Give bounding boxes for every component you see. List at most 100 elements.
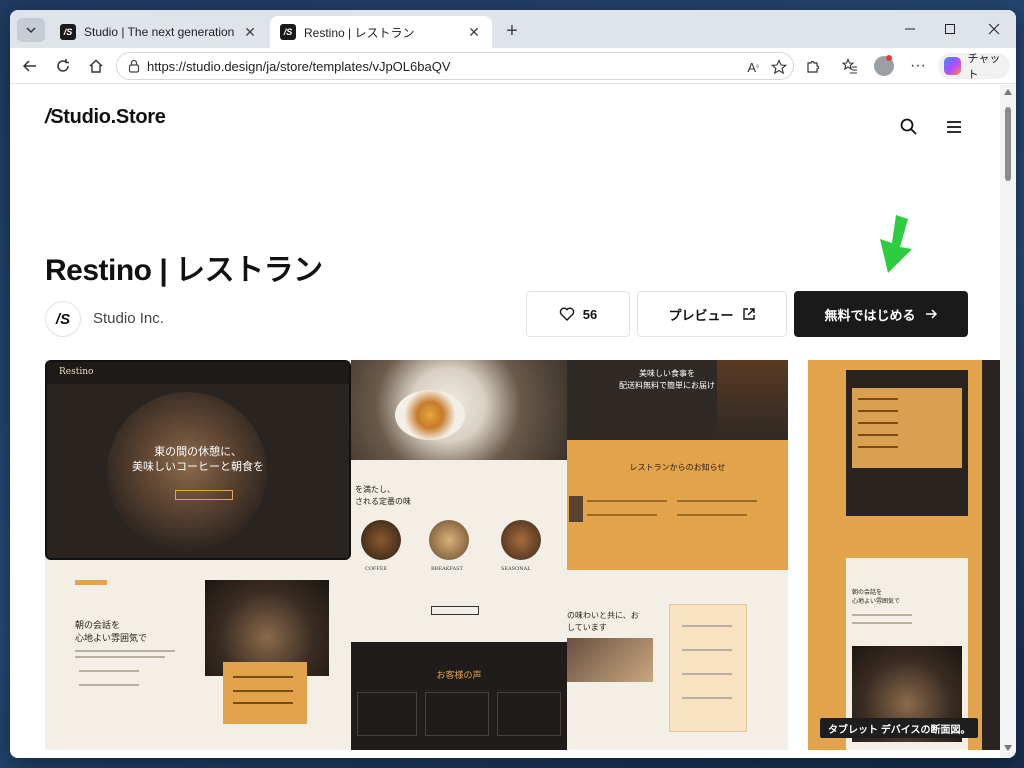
preview-button[interactable]: プレビュー [637, 291, 787, 337]
tab-studio[interactable]: /S Studio | The next generation desig ✕ [50, 16, 268, 48]
tablet-preview-image[interactable]: 朝の会話を 心地よい雰囲気で [808, 360, 1000, 750]
arrow-left-icon [22, 60, 36, 72]
menu-item-label: SEASONAL [501, 566, 531, 572]
delivery-line-1: 美味しい食事を [639, 369, 695, 378]
preview-nav-brand: Restino [59, 367, 94, 377]
tablet-edge [982, 360, 1000, 750]
like-count: 56 [582, 306, 598, 322]
refresh-icon [57, 59, 69, 72]
lamp-photo [717, 360, 788, 440]
hero-line-1: 東の間の休憩に、 [154, 445, 242, 458]
tab-title: Restino | レストラン [304, 25, 415, 40]
chevron-down-icon [26, 27, 36, 34]
preview-nav: Restino [47, 362, 349, 384]
close-tab-icon[interactable]: ✕ [466, 24, 482, 40]
menu-heading-a: を満たし、 [355, 485, 395, 494]
green-arrow-annotation-icon [880, 215, 912, 273]
tab-title: Studio | The next generation desig [84, 25, 238, 39]
page-scrollbar[interactable] [1000, 85, 1016, 758]
side-heading-2: 心地よい雰囲気で [852, 598, 901, 605]
hero-line-2: 美味しいコーヒーと朝食を [132, 460, 264, 473]
arrow-right-icon [925, 309, 937, 319]
preview-label: プレビュー [668, 307, 734, 323]
studio-favicon-icon: /S [280, 24, 296, 40]
people-photo [567, 638, 653, 682]
preview-morning-panel: 朝の会話を 心地よい雰囲気で [45, 560, 351, 750]
side-heading-1: 朝の会話を [852, 589, 883, 596]
taste-line-2: しています [567, 623, 607, 632]
menu-breakfast-image [429, 520, 469, 560]
voice-card [357, 692, 417, 736]
lock-icon [128, 59, 140, 73]
favorites-list-icon [842, 58, 857, 74]
voice-title: お客様の声 [436, 671, 482, 681]
contact-card [669, 604, 747, 732]
copilot-label: チャット [967, 53, 1001, 81]
browser-window: /S Studio | The next generation desig ✕ … [10, 10, 1016, 758]
minimize-icon [905, 28, 915, 30]
external-link-icon [742, 308, 755, 320]
scroll-thumb[interactable] [1005, 107, 1011, 181]
start-free-button[interactable]: 無料ではじめる [794, 291, 968, 337]
tab-restino[interactable]: /S Restino | レストラン ✕ [270, 16, 492, 48]
tablet-menu [852, 388, 962, 468]
preview-hero-panel: Restino 東の間の休憩に、 美味しいコーヒーと朝食を [45, 360, 351, 560]
copilot-icon [944, 57, 962, 75]
more-icon: ··· [910, 57, 926, 74]
author-logo[interactable]: /S [45, 301, 81, 337]
tab-actions-button[interactable] [17, 18, 45, 42]
news-title: レストランからのお知らせ [629, 463, 726, 472]
menu-item-label: BREAKFAST [431, 566, 463, 572]
menu-item-label: COFFEE [365, 566, 388, 572]
favorite-star-icon[interactable] [769, 57, 789, 77]
menu-coffee-image [361, 520, 401, 560]
delivery-line-2: 配送料無料で簡単にお届け [619, 381, 715, 390]
studio-favicon-icon: /S [60, 24, 76, 40]
preview-delivery-panel: 美味しい食事を 配送料無料で簡単にお届け [567, 360, 788, 440]
search-icon[interactable] [899, 117, 919, 137]
refresh-button[interactable] [52, 55, 74, 77]
maximize-button[interactable] [936, 18, 964, 40]
template-preview-image[interactable]: Restino 東の間の休憩に、 美味しいコーヒーと朝食を 美味しい食事を 配送… [45, 360, 788, 750]
scroll-up-arrow-icon[interactable] [1004, 89, 1012, 95]
close-tab-icon[interactable]: ✕ [242, 24, 258, 40]
taste-line-1: の味わいと共に、お [567, 611, 639, 620]
minimize-button[interactable] [896, 18, 924, 40]
start-label: 無料ではじめる [824, 307, 916, 323]
news-thumbnail [569, 496, 583, 522]
menu-seasonal-image [501, 520, 541, 560]
preview-hero-heading: 東の間の休憩に、 美味しいコーヒーと朝食を [47, 444, 349, 474]
new-tab-button[interactable]: + [501, 20, 523, 42]
preview-hero-button [175, 490, 233, 500]
title-bar: /S Studio | The next generation desig ✕ … [10, 10, 1016, 48]
scroll-down-arrow-icon[interactable] [1004, 745, 1012, 751]
brand-logo[interactable]: /Studio.Store [45, 106, 166, 129]
favorites-button[interactable] [839, 55, 861, 77]
copilot-button[interactable]: チャット [938, 53, 1010, 81]
close-icon [988, 23, 1000, 35]
hamburger-menu-icon[interactable] [944, 117, 964, 137]
extensions-button[interactable] [802, 55, 824, 77]
preview-news-panel: レストランからのお知らせ [567, 440, 788, 570]
morning-line-1: 朝の会話を [75, 621, 121, 631]
preview-menu-panel: を満たし、 される定番の味 COFFEE BREAKFAST SEASONAL [351, 460, 567, 642]
image-caption-badge: タブレット デバイスの断面図。 [820, 718, 979, 738]
close-window-button[interactable] [980, 18, 1008, 40]
menu-more-button [431, 606, 479, 615]
back-button[interactable] [19, 55, 41, 77]
maximize-icon [945, 24, 955, 34]
preview-taste-panel: の味わいと共に、お しています [567, 570, 788, 750]
like-button[interactable]: 56 [526, 291, 630, 337]
read-aloud-icon[interactable]: Aᵊ [743, 57, 763, 77]
preview-voice-panel: お客様の声 [351, 642, 567, 750]
page-content: /Studio.Store Restino | レストラン /S Studio … [10, 85, 1000, 758]
home-button[interactable] [85, 55, 107, 77]
author-name[interactable]: Studio Inc. [93, 310, 164, 327]
plate-image [395, 390, 465, 440]
tablet-hero [846, 370, 968, 516]
more-menu-button[interactable]: ··· [907, 55, 929, 77]
url-text: https://studio.design/ja/store/templates… [147, 59, 451, 74]
menu-heading-b: される定番の味 [355, 497, 411, 506]
address-bar[interactable]: https://studio.design/ja/store/templates… [116, 52, 794, 80]
home-icon [89, 59, 103, 73]
